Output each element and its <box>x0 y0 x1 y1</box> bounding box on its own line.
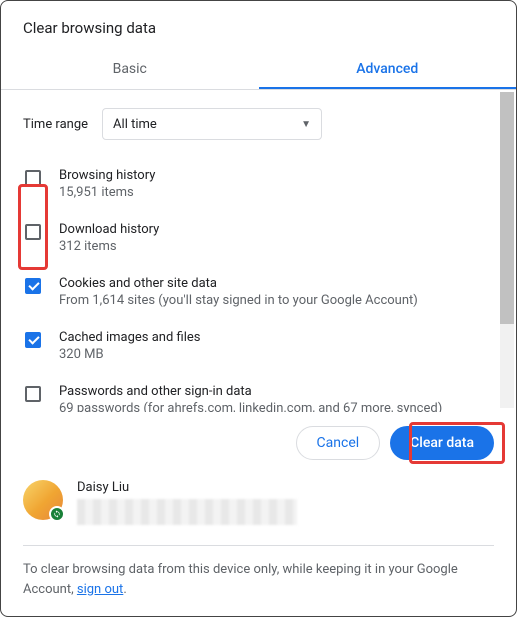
item-sub: 320 MB <box>59 347 200 362</box>
user-name: Daisy Liu <box>77 480 297 495</box>
cancel-button[interactable]: Cancel <box>296 426 381 460</box>
item-sub: 312 items <box>59 239 159 254</box>
tab-advanced[interactable]: Advanced <box>259 49 517 89</box>
checkbox-cached[interactable] <box>25 332 41 348</box>
checkbox-browsing-history[interactable] <box>25 170 41 186</box>
scrollbar-thumb[interactable] <box>500 92 514 324</box>
clear-data-button[interactable]: Clear data <box>390 426 494 460</box>
item-download-history: Download history 312 items <box>23 214 494 268</box>
checkbox-download-history[interactable] <box>25 224 41 240</box>
checkbox-passwords[interactable] <box>25 386 41 402</box>
item-passwords: Passwords and other sign-in data 69 pass… <box>23 376 494 412</box>
chevron-down-icon: ▼ <box>301 119 311 130</box>
item-title: Cached images and files <box>59 330 200 345</box>
sign-out-link[interactable]: sign out <box>77 582 123 597</box>
time-range-label: Time range <box>23 117 88 132</box>
dialog-header: Clear browsing data <box>1 1 516 49</box>
signout-note: To clear browsing data from this device … <box>1 546 516 617</box>
time-range-value: All time <box>113 117 157 132</box>
tab-basic[interactable]: Basic <box>1 49 259 89</box>
sync-icon <box>49 506 65 522</box>
dialog-title: Clear browsing data <box>23 19 494 37</box>
item-browsing-history: Browsing history 15,951 items <box>23 160 494 214</box>
item-title: Passwords and other sign-in data <box>59 384 442 399</box>
tabs: Basic Advanced <box>1 49 516 90</box>
item-sub: 69 passwords (for ahrefs.com, linkedin.c… <box>59 401 442 412</box>
item-title: Cookies and other site data <box>59 276 418 291</box>
time-range-select[interactable]: All time ▼ <box>102 108 322 140</box>
item-sub: 15,951 items <box>59 185 155 200</box>
item-sub: From 1,614 sites (you'll stay signed in … <box>59 293 418 308</box>
item-cached: Cached images and files 320 MB <box>23 322 494 376</box>
item-title: Browsing history <box>59 168 155 183</box>
scroll-area: Time range All time ▼ Browsing history 1… <box>1 90 516 412</box>
action-row: Cancel Clear data <box>1 412 516 470</box>
item-cookies: Cookies and other site data From 1,614 s… <box>23 268 494 322</box>
content: Time range All time ▼ Browsing history 1… <box>1 90 516 617</box>
avatar <box>23 480 63 520</box>
item-title: Download history <box>59 222 159 237</box>
user-row: Daisy Liu <box>1 470 516 539</box>
user-email-redacted <box>77 499 297 525</box>
note-text-post: . <box>123 582 126 597</box>
checkbox-cookies[interactable] <box>25 278 41 294</box>
time-range-row: Time range All time ▼ <box>23 108 494 140</box>
